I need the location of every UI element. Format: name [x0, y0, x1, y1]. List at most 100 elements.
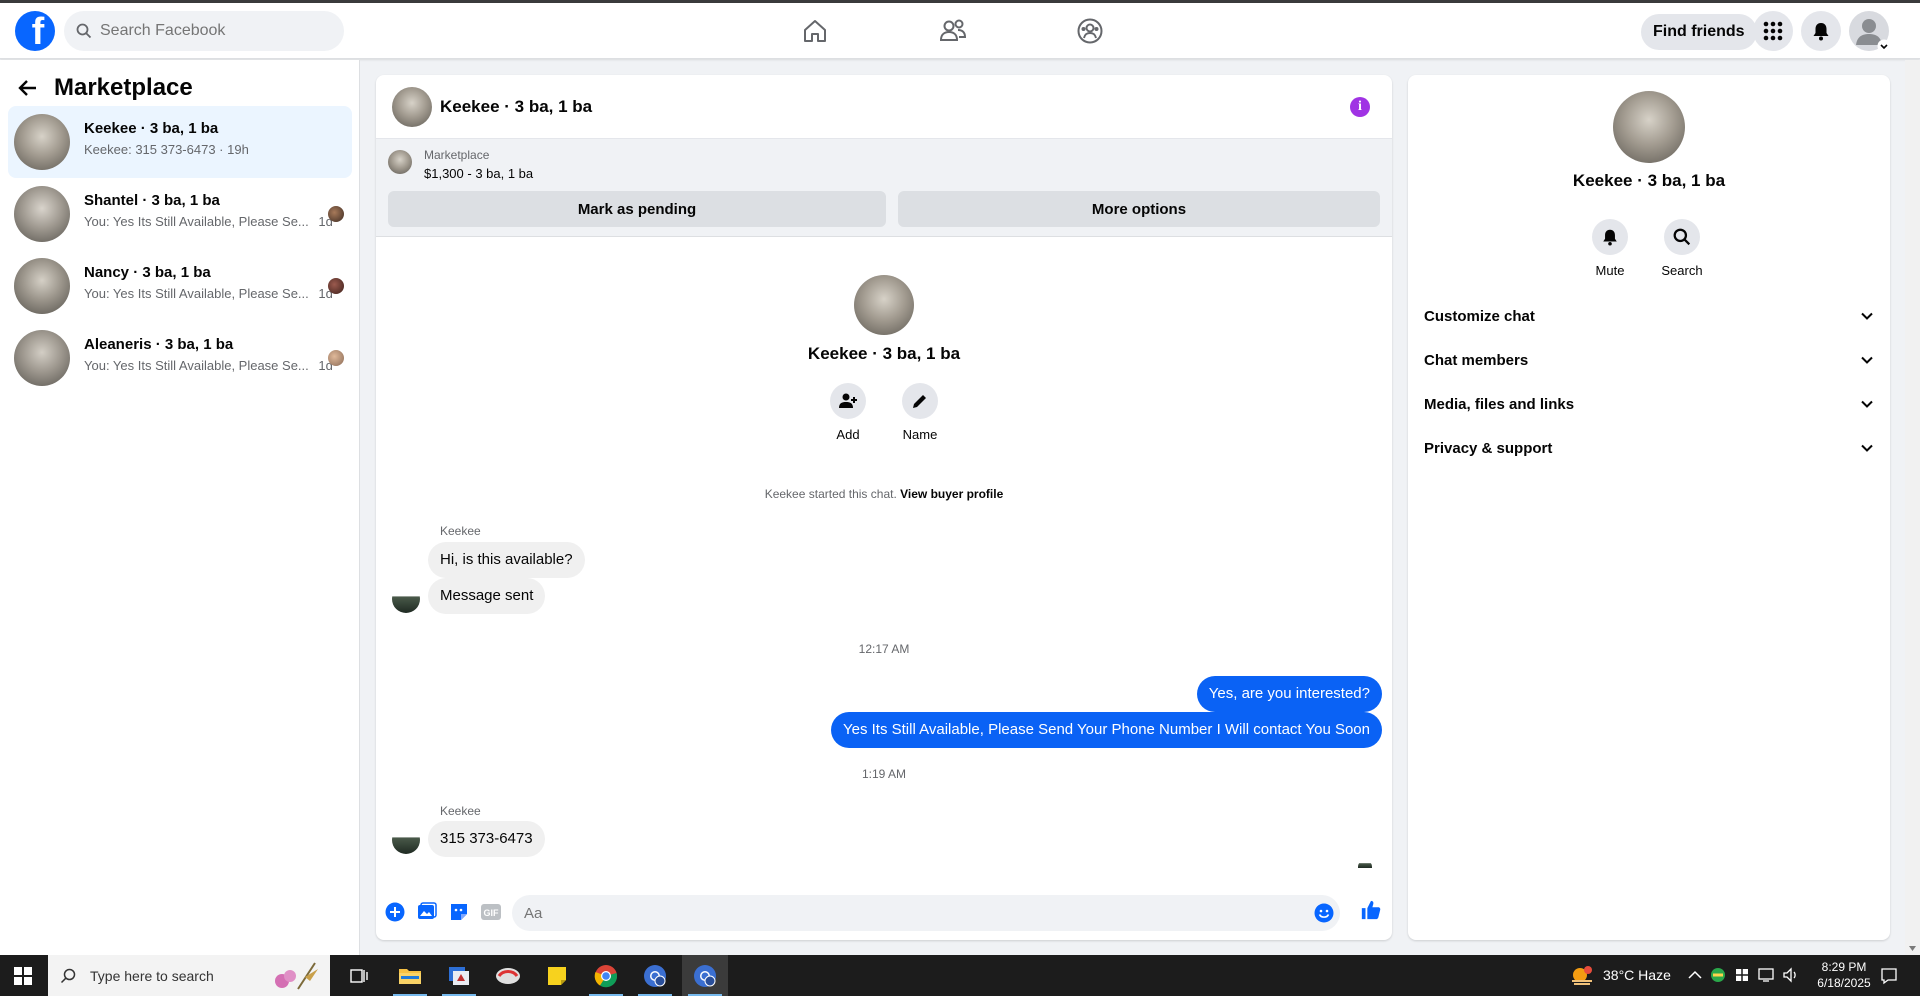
facebook-logo-icon[interactable]: f — [15, 11, 55, 51]
taskbar-app-2[interactable] — [436, 955, 482, 996]
emoji-icon[interactable] — [1314, 903, 1334, 923]
message-sender-name: Keekee — [440, 804, 481, 818]
more-options-button[interactable]: More options — [898, 191, 1380, 227]
friends-icon[interactable] — [937, 15, 969, 47]
customize-chat-row[interactable]: Customize chat — [1424, 298, 1874, 334]
marketplace-listing-bar: Marketplace $1,300 - 3 ba, 1 ba Mark as … — [376, 139, 1392, 237]
volume-icon[interactable] — [1782, 967, 1800, 983]
marketplace-header: Marketplace — [18, 74, 193, 102]
conversation-name: Keekee · 3 ba, 1 ba — [84, 120, 219, 137]
message-composer: GIF — [376, 887, 1392, 939]
back-arrow-icon[interactable] — [18, 78, 38, 98]
details-avatar[interactable] — [1613, 91, 1685, 163]
incoming-message[interactable]: 315 373-6473 — [428, 821, 545, 857]
chat-members-row[interactable]: Chat members — [1424, 342, 1874, 378]
listing-thumbnail — [14, 186, 70, 242]
incoming-message[interactable]: Hi, is this available? — [428, 542, 585, 578]
chevron-down-icon — [1861, 356, 1873, 364]
view-buyer-profile-link[interactable]: View buyer profile — [900, 487, 1003, 501]
conversation-name: Aleaneris · 3 ba, 1 ba — [84, 336, 234, 353]
sender-avatar[interactable] — [392, 585, 420, 613]
conversation-snippet: You: Yes Its Still Available, Please Se.… — [84, 286, 333, 301]
home-icon[interactable] — [799, 15, 831, 47]
sticker-icon[interactable] — [448, 901, 470, 923]
clock-time[interactable]: 8:29 PM — [1814, 960, 1874, 974]
outgoing-message[interactable]: Yes Its Still Available, Please Send You… — [830, 712, 1382, 748]
chat-window: Keekee · 3 ba, 1 ba i Marketplace $1,300… — [376, 75, 1392, 940]
message-input[interactable] — [524, 895, 1304, 931]
tray-app-icon[interactable] — [1710, 967, 1726, 983]
buyer-avatar — [328, 350, 344, 366]
listing-thumbnail[interactable] — [388, 150, 412, 174]
mute-action[interactable]: Mute — [1580, 219, 1640, 278]
network-icon[interactable] — [1758, 967, 1776, 983]
chevron-down-icon — [1877, 39, 1891, 53]
security-shield-icon[interactable] — [1734, 967, 1750, 983]
chevron-up-icon[interactable] — [1688, 970, 1702, 980]
weather-text[interactable]: 38°C Haze — [1603, 967, 1671, 983]
search-facebook-box[interactable] — [64, 11, 344, 51]
gif-icon[interactable]: GIF — [480, 901, 502, 923]
info-icon[interactable]: i — [1350, 97, 1370, 117]
listing-price[interactable]: $1,300 - 3 ba, 1 ba — [424, 166, 533, 181]
chrome-profile-icon — [694, 964, 716, 987]
top-navigation-bar: f Find friends — [0, 3, 1920, 59]
conversation-item-keekee[interactable]: Keekee · 3 ba, 1 ba Keekee: 315 373-6473… — [8, 106, 352, 178]
taskbar-sticky-notes[interactable] — [534, 955, 580, 996]
search-icon — [1673, 228, 1691, 246]
weather-icon[interactable] — [1570, 965, 1594, 987]
media-files-links-row[interactable]: Media, files and links — [1424, 386, 1874, 422]
search-icon — [60, 968, 76, 983]
notification-center-icon[interactable] — [1880, 967, 1898, 985]
listing-thumbnail — [14, 258, 70, 314]
application-icon — [449, 966, 469, 985]
conversation-item-nancy[interactable]: Nancy · 3 ba, 1 ba You: Yes Its Still Av… — [8, 250, 352, 322]
taskbar-search-box[interactable]: Type here to search — [48, 955, 330, 996]
account-avatar-button[interactable] — [1849, 11, 1891, 53]
bell-icon — [1813, 23, 1829, 41]
taskbar-file-explorer[interactable] — [387, 955, 433, 996]
plus-icon[interactable] — [384, 901, 406, 923]
thumbs-up-icon[interactable] — [1360, 899, 1382, 921]
task-view-button[interactable] — [336, 955, 382, 996]
add-person-icon — [839, 393, 857, 408]
chevron-down-icon — [1861, 400, 1873, 408]
incoming-message[interactable]: Message sent — [428, 578, 546, 614]
taskbar-chrome-profile-2[interactable] — [682, 955, 728, 996]
scroll-down-arrow-icon[interactable] — [1908, 944, 1917, 953]
conversation-item-shantel[interactable]: Shantel · 3 ba, 1 ba You: Yes Its Still … — [8, 178, 352, 250]
application-icon — [496, 967, 520, 984]
conversation-name: Nancy · 3 ba, 1 ba — [84, 264, 211, 281]
sender-avatar[interactable] — [392, 826, 420, 854]
edit-name-action[interactable]: Name — [890, 383, 950, 442]
taskbar-chrome-profile-1[interactable] — [632, 955, 678, 996]
clock-date[interactable]: 6/18/2025 — [1814, 976, 1874, 990]
privacy-support-row[interactable]: Privacy & support — [1424, 430, 1874, 466]
add-people-action[interactable]: Add — [818, 383, 878, 442]
message-input-box[interactable] — [512, 895, 1340, 931]
photo-icon[interactable] — [416, 901, 438, 923]
listing-thumbnail — [14, 330, 70, 386]
search-facebook-input[interactable] — [100, 22, 320, 40]
buyer-avatar — [328, 206, 344, 222]
conversation-name: Shantel · 3 ba, 1 ba — [84, 192, 220, 209]
profile-avatar[interactable] — [854, 275, 914, 335]
chat-title[interactable]: Keekee · 3 ba, 1 ba — [440, 97, 592, 117]
chat-avatar[interactable] — [392, 87, 432, 127]
outgoing-message[interactable]: Yes, are you interested? — [1196, 676, 1382, 712]
notifications-button[interactable] — [1801, 11, 1841, 51]
taskbar-chrome[interactable] — [583, 955, 629, 996]
page-title: Marketplace — [54, 74, 193, 101]
read-receipt-avatar — [1358, 860, 1372, 868]
search-in-conversation-action[interactable]: Search — [1652, 219, 1712, 278]
page-scrollbar[interactable] — [1905, 60, 1920, 955]
taskbar-app-3[interactable] — [485, 955, 531, 996]
windows-start-button[interactable] — [0, 955, 46, 996]
conversation-item-aleaneris[interactable]: Aleaneris · 3 ba, 1 ba You: Yes Its Stil… — [8, 322, 352, 394]
bell-icon — [1603, 229, 1617, 246]
chat-header: Keekee · 3 ba, 1 ba i — [376, 75, 1392, 139]
mark-as-pending-button[interactable]: Mark as pending — [388, 191, 886, 227]
menu-grid-button[interactable] — [1753, 11, 1793, 51]
groups-icon[interactable] — [1074, 15, 1106, 47]
find-friends-button[interactable]: Find friends — [1641, 14, 1757, 50]
